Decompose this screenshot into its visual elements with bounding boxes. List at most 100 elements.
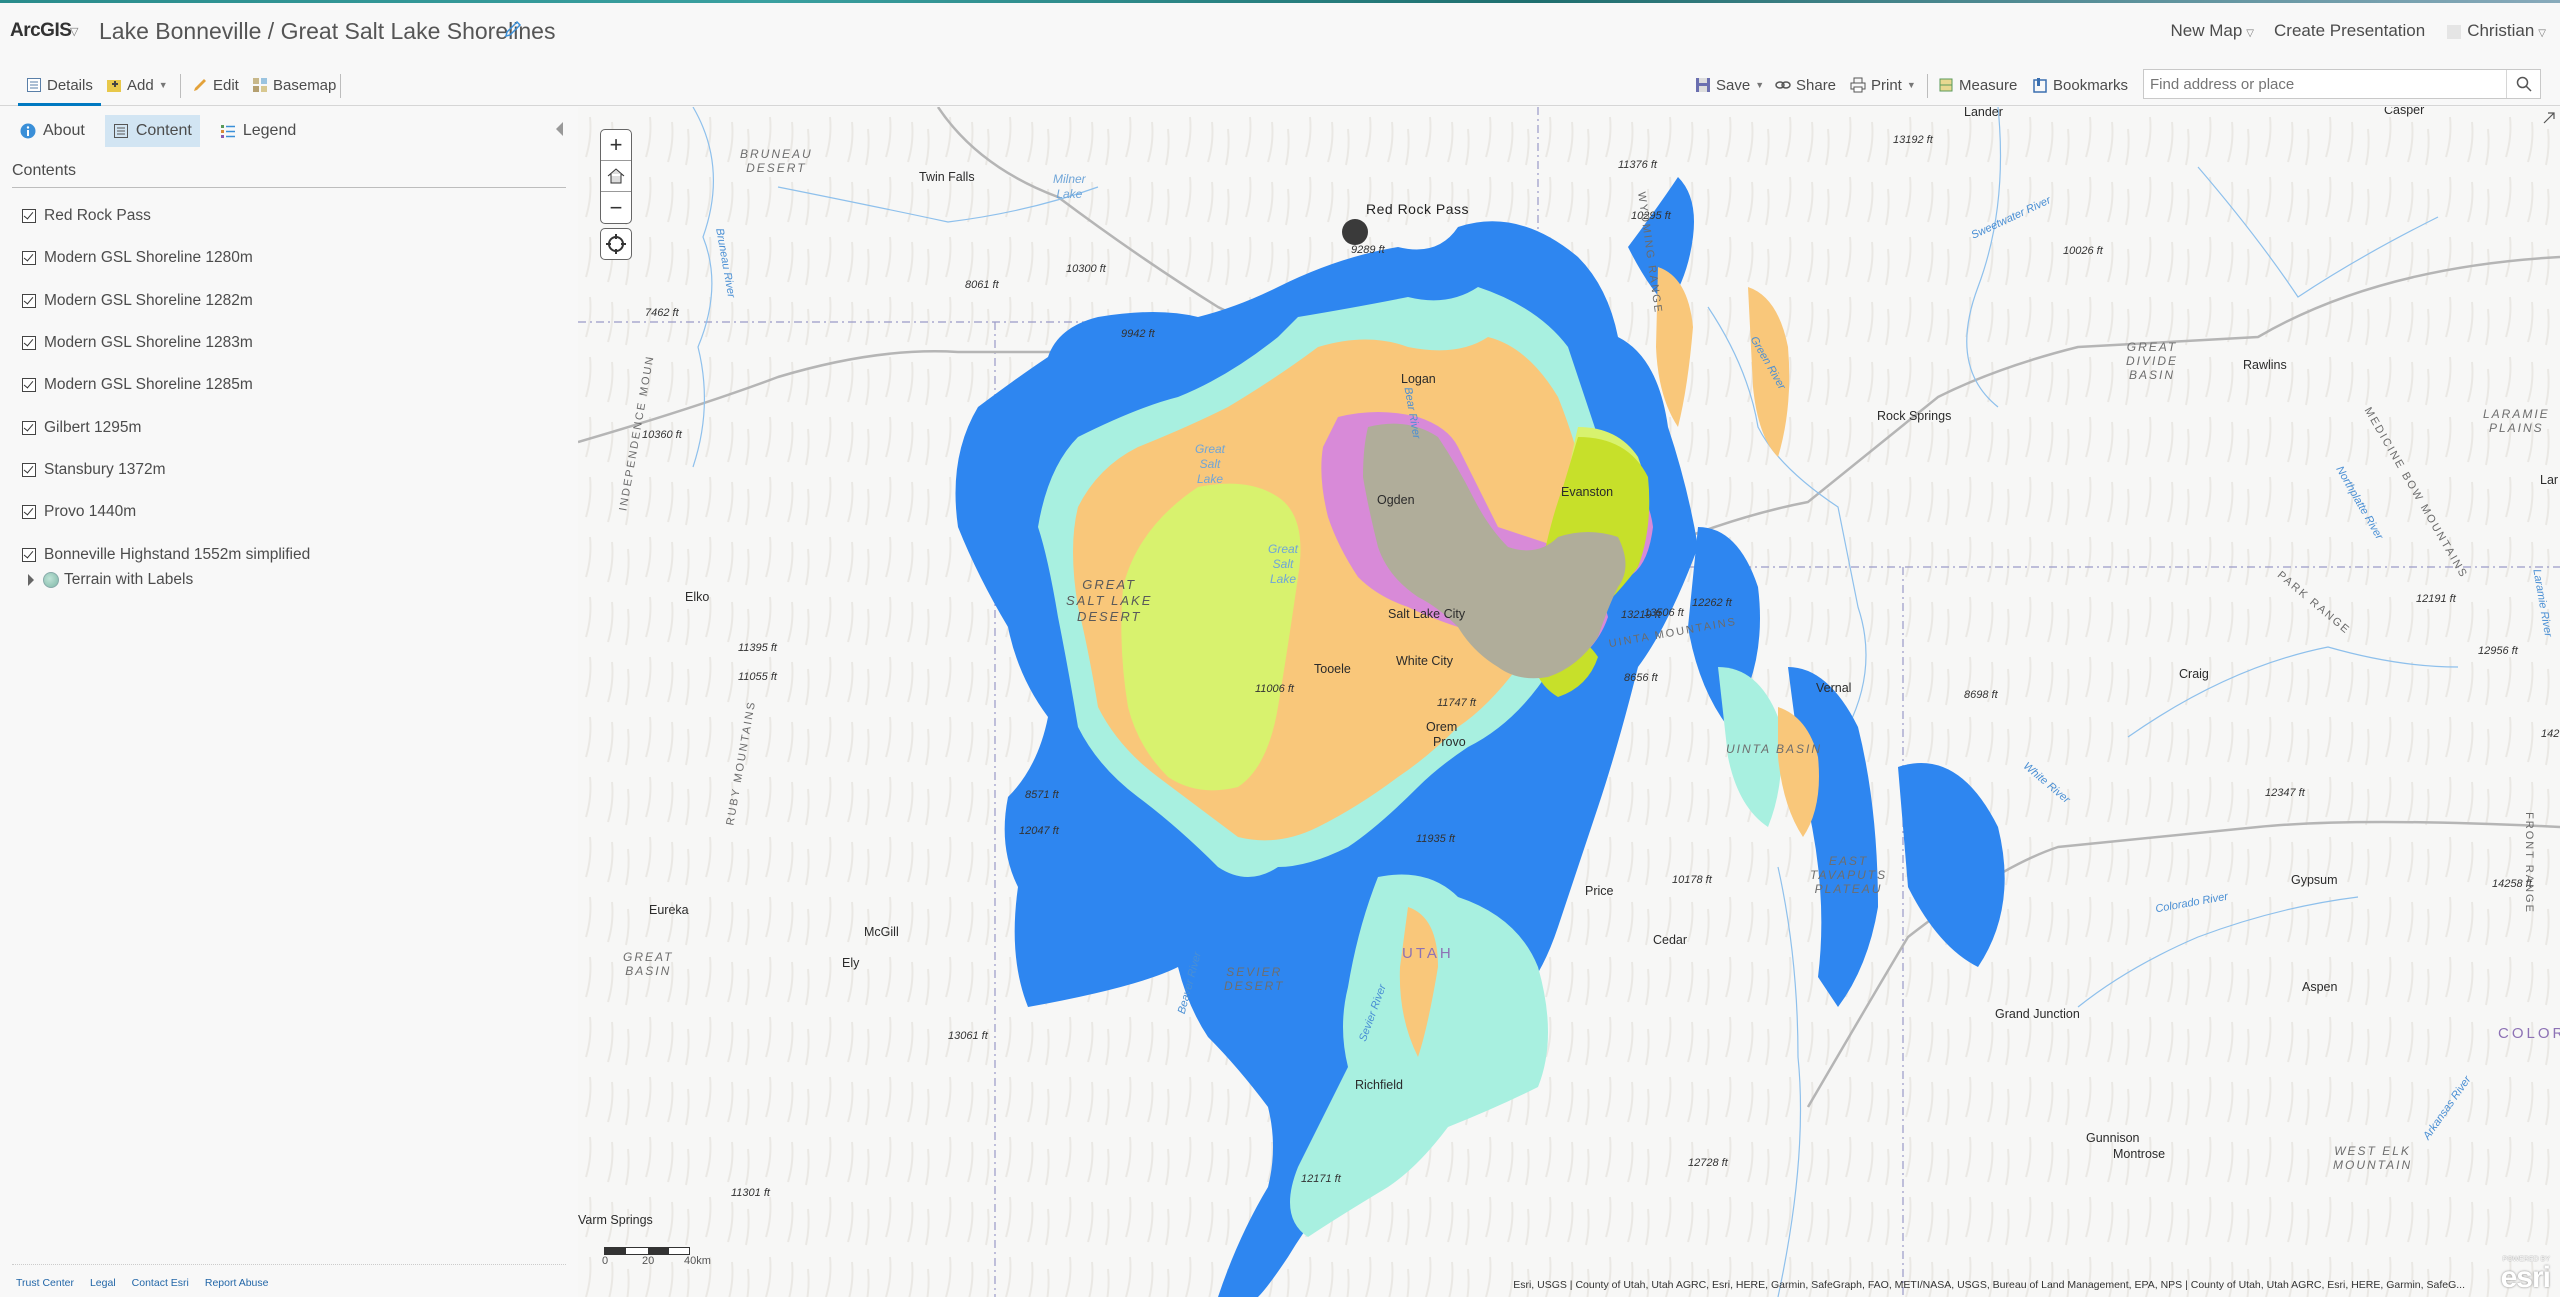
edit-title-pencil-icon[interactable] [503,19,523,39]
city-label: White City [1396,654,1453,668]
zoom-out-button[interactable]: − [601,192,631,223]
layer-label[interactable]: Red Rock Pass [44,207,151,225]
city-label: Eureka [649,903,689,917]
city-label: Richfield [1355,1078,1403,1092]
layer-label[interactable]: Bonneville Highstand 1552m simplified [44,546,310,564]
save-disk-icon [1696,78,1710,92]
city-label: Montrose [2113,1147,2166,1161]
layer-checkbox[interactable] [22,420,36,435]
region-label: GREAT BASIN [623,950,674,978]
details-button[interactable]: Details [18,72,101,106]
user-menu[interactable]: Christian ▽ [2445,21,2546,41]
bookmarks-button[interactable]: Bookmarks [2032,72,2128,98]
map-view[interactable]: + − Red Rock Pass Twin Falls Logan Ogden… [578,107,2560,1297]
legal-link[interactable]: Legal [90,1277,116,1289]
layer-label[interactable]: Provo 1440m [44,503,136,521]
details-panel: About Content Legend Contents Red Rock P… [0,107,578,1297]
measure-button[interactable]: Measure [1938,72,2017,98]
layer-checkbox[interactable] [22,378,36,393]
new-map-label: New Map [2170,21,2243,40]
layer-label[interactable]: Modern GSL Shoreline 1285m [44,376,253,394]
lake-label: Milner Lake [1053,172,1086,201]
layer-checkbox[interactable] [22,462,36,477]
layer-label[interactable]: Gilbert 1295m [44,419,141,437]
print-button[interactable]: Print ▼ [1850,72,1916,98]
report-abuse-link[interactable]: Report Abuse [205,1277,269,1289]
zoom-in-button[interactable]: + [601,130,631,161]
city-label: Craig [2179,667,2209,681]
toolbar-divider [180,74,181,98]
tab-about[interactable]: About [12,115,93,147]
map-attribution[interactable]: Esri, USGS | County of Utah, Utah AGRC, … [1513,1279,2465,1291]
pencil-icon [194,79,206,91]
save-label: Save [1716,76,1751,94]
collapse-panel-icon[interactable] [556,122,563,136]
layer-item[interactable]: Modern GSL Shoreline 1285m [22,364,310,406]
home-button[interactable] [601,161,631,192]
share-button[interactable]: Share [1775,72,1836,98]
trust-center-link[interactable]: Trust Center [16,1277,74,1289]
city-label: Lander [1964,107,2003,119]
basemap-label: Basemap [273,76,337,94]
layer-item[interactable]: Bonneville Highstand 1552m simplified [22,533,310,575]
info-icon [20,123,36,139]
city-label: Varm Springs [578,1213,653,1227]
layer-item[interactable]: Modern GSL Shoreline 1283m [22,322,310,364]
elevation-label: 12728 ft [1688,1157,1728,1169]
contents-heading: Contents [12,162,77,179]
brand-caret-icon[interactable]: ▽ [70,25,78,38]
city-label: Provo [1433,735,1466,749]
chevron-down-icon: ▼ [1755,80,1765,90]
layer-item[interactable]: Red Rock Pass [22,195,310,237]
arcgis-brand[interactable]: ArcGIS [10,20,72,42]
region-label: EAST TAVAPUTS PLATEAU [1810,854,1888,896]
esri-logo[interactable]: esri [2501,1261,2551,1295]
new-map-menu[interactable]: New Map ▽ [2170,21,2254,41]
tab-legend[interactable]: Legend [212,115,304,147]
layer-label[interactable]: Modern GSL Shoreline 1280m [44,249,253,267]
basemap-layer-label[interactable]: Terrain with Labels [64,571,193,589]
scale-label: 20 [642,1255,655,1267]
app-header: ArcGIS ▽ Lake Bonneville / Great Salt La… [0,3,2560,61]
edit-button[interactable]: Edit [192,72,239,98]
chevron-down-icon: ▽ [2538,28,2546,39]
layer-item[interactable]: Modern GSL Shoreline 1282m [22,280,310,322]
search-icon [2516,76,2532,92]
layer-item[interactable]: Stansbury 1372m [22,449,310,491]
user-name: Christian [2467,21,2535,40]
elevation-label: 1426 [2541,728,2560,740]
locate-button[interactable] [600,228,632,260]
save-button[interactable]: Save ▼ [1695,72,1764,98]
printer-icon [1850,77,1866,93]
search-button[interactable] [2506,70,2540,98]
contact-esri-link[interactable]: Contact Esri [132,1277,189,1289]
layer-checkbox[interactable] [22,336,36,351]
basemap-grid-icon [253,78,267,92]
layer-item[interactable]: Modern GSL Shoreline 1280m [22,237,310,279]
layer-label[interactable]: Stansbury 1372m [44,461,166,479]
expand-icon[interactable] [2542,111,2556,125]
tab-content[interactable]: Content [104,115,200,147]
layer-checkbox[interactable] [22,251,36,266]
city-label: Aspen [2302,980,2338,994]
link-icon [1775,81,1791,89]
divider [12,187,566,188]
expand-triangle-icon[interactable] [28,574,34,586]
region-label: GREAT DIVIDE BASIN [2126,340,2179,382]
scale-label: 0 [602,1255,609,1267]
layer-checkbox[interactable] [22,547,36,562]
basemap-layer-item[interactable]: Terrain with Labels [28,571,193,589]
layer-item[interactable]: Gilbert 1295m [22,406,310,448]
tab-legend-label: Legend [242,122,297,139]
layer-checkbox[interactable] [22,209,36,224]
layer-label[interactable]: Modern GSL Shoreline 1283m [44,334,253,352]
create-presentation-link[interactable]: Create Presentation [2274,21,2425,41]
basemap-button[interactable]: Basemap [252,72,336,98]
search-input[interactable] [2144,70,2504,98]
layer-checkbox[interactable] [22,505,36,520]
layer-label[interactable]: Modern GSL Shoreline 1282m [44,292,253,310]
city-label: Casper [2384,107,2425,117]
layer-checkbox[interactable] [22,293,36,308]
layer-item[interactable]: Provo 1440m [22,491,310,533]
add-button[interactable]: Add ▼ [106,72,168,98]
